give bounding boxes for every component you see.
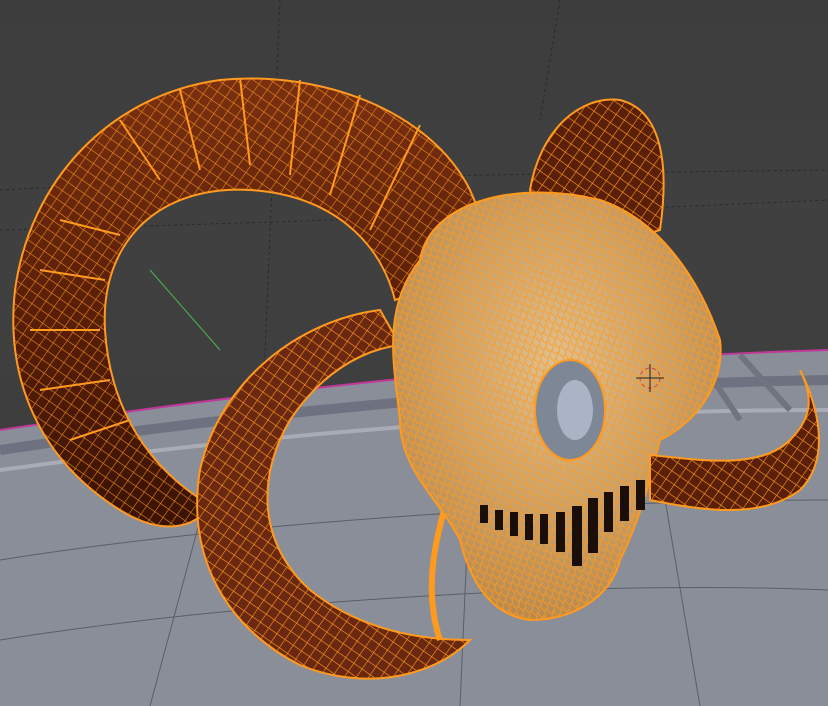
axis-y-line — [149, 269, 221, 351]
eye-socket-highlight — [557, 380, 593, 440]
viewport-canvas[interactable] — [0, 0, 828, 706]
3d-viewport[interactable] — [0, 0, 828, 706]
